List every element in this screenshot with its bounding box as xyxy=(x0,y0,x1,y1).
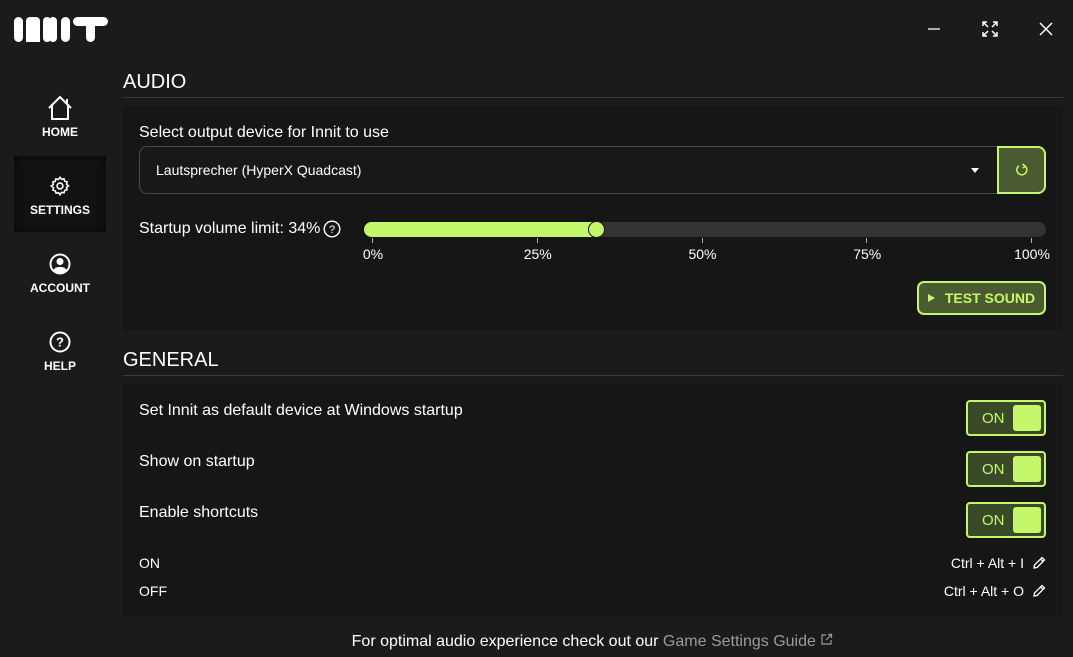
help-icon[interactable]: ? xyxy=(323,220,341,238)
home-icon xyxy=(46,94,74,122)
setting-label-default-device: Set Innit as default device at Windows s… xyxy=(139,402,463,419)
volume-tick xyxy=(1031,238,1032,243)
setting-label-show-on-startup: Show on startup xyxy=(139,453,255,470)
user-icon xyxy=(46,250,74,278)
minimize-button[interactable] xyxy=(923,18,945,40)
audio-divider xyxy=(123,97,1063,98)
svg-text:?: ? xyxy=(329,224,335,236)
shortcut-label-on: ON xyxy=(139,555,160,571)
expand-icon xyxy=(982,21,998,37)
volume-tick xyxy=(536,238,538,243)
sidebar: HOME SETTINGS ACCOUNT ? HELP xyxy=(14,78,106,390)
gear-icon xyxy=(46,172,74,200)
footer: For optimal audio experience check out o… xyxy=(0,633,1073,651)
volume-limit-label: Startup volume limit: 34% ? xyxy=(139,220,341,238)
innit-logo xyxy=(14,17,108,42)
setting-label-enable-shortcuts: Enable shortcuts xyxy=(139,504,259,521)
external-link-icon xyxy=(821,633,833,645)
sidebar-item-label: ACCOUNT xyxy=(30,280,90,295)
shortcut-keys-off: Ctrl + Alt + O xyxy=(943,583,1024,599)
link-text: Game Settings Guide xyxy=(662,633,816,650)
volume-slider-thumb[interactable] xyxy=(588,221,606,238)
game-settings-guide-link[interactable]: Game Settings Guide xyxy=(663,633,833,650)
volume-slider-fill xyxy=(364,222,597,237)
general-section-title: GENERAL xyxy=(123,349,219,371)
volume-tick xyxy=(701,238,703,243)
pencil-icon[interactable] xyxy=(1031,555,1047,571)
toggle-state: ON xyxy=(982,410,1005,427)
refresh-devices-button[interactable] xyxy=(997,146,1046,194)
toggle-state: ON xyxy=(982,512,1005,529)
sidebar-item-account[interactable]: ACCOUNT xyxy=(14,234,106,310)
sidebar-item-home[interactable]: HOME xyxy=(14,78,106,154)
play-icon xyxy=(927,294,935,302)
toggle-enable-shortcuts[interactable]: ON xyxy=(966,502,1046,538)
sidebar-item-label: HOME xyxy=(42,124,78,139)
toggle-state: ON xyxy=(982,461,1005,478)
footer-text: For optimal audio experience check out o… xyxy=(351,633,663,650)
volume-tick xyxy=(372,238,373,243)
minimize-icon xyxy=(928,28,940,30)
volume-slider[interactable] xyxy=(364,221,1046,238)
output-device-select[interactable]: Lautsprecher (HyperX Quadcast) xyxy=(139,146,997,194)
chevron-down-icon xyxy=(971,168,979,173)
volume-tick-label: 100% xyxy=(1014,246,1050,262)
close-icon xyxy=(1039,22,1053,36)
sidebar-item-help[interactable]: ? HELP xyxy=(14,312,106,388)
volume-tick-label: 25% xyxy=(523,246,552,262)
sidebar-item-settings[interactable]: SETTINGS xyxy=(14,156,106,232)
volume-tick xyxy=(866,238,868,243)
volume-tick-label: 0% xyxy=(362,246,384,262)
svg-text:?: ? xyxy=(56,334,64,349)
refresh-icon xyxy=(1015,163,1028,176)
shortcut-label-off: OFF xyxy=(139,583,167,599)
toggle-knob xyxy=(1013,507,1041,533)
volume-tick-label: 75% xyxy=(853,246,882,262)
toggle-show-on-startup[interactable]: ON xyxy=(966,451,1046,487)
toggle-knob xyxy=(1013,456,1041,482)
toggle-knob xyxy=(1013,405,1041,431)
sidebar-item-label: SETTINGS xyxy=(29,202,90,217)
test-sound-label: TEST SOUND xyxy=(944,290,1036,306)
close-button[interactable] xyxy=(1035,18,1057,40)
sidebar-item-label: HELP xyxy=(43,358,76,373)
audio-section-title: AUDIO xyxy=(123,71,187,93)
help-icon: ? xyxy=(46,328,74,356)
volume-limit-text: Startup volume limit: 34% xyxy=(139,220,321,237)
pencil-icon[interactable] xyxy=(1031,583,1047,599)
output-device-label: Select output device for Innit to use xyxy=(139,124,389,141)
maximize-button[interactable] xyxy=(979,18,1001,40)
shortcut-keys-on: Ctrl + Alt + I xyxy=(950,555,1024,571)
volume-tick-label: 50% xyxy=(688,246,717,262)
general-divider xyxy=(123,375,1063,376)
test-sound-button[interactable]: TEST SOUND xyxy=(917,281,1046,315)
output-device-value: Lautsprecher (HyperX Quadcast) xyxy=(156,162,362,178)
toggle-default-device[interactable]: ON xyxy=(966,400,1046,436)
